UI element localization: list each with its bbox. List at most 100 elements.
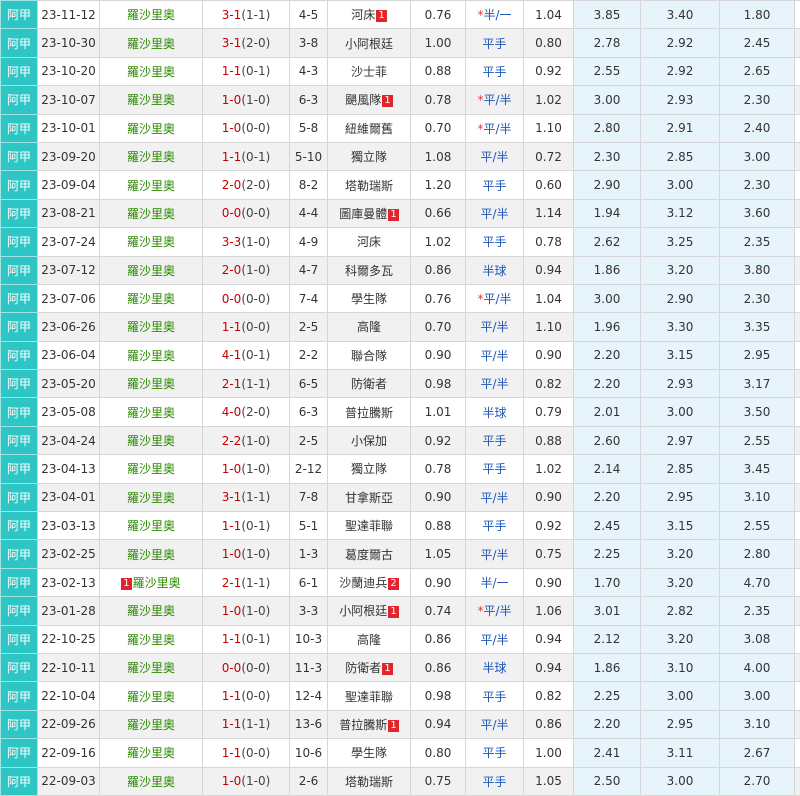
league-cell[interactable]: 阿甲 <box>1 512 38 540</box>
table-row[interactable]: 阿甲 23-04-24 羅沙里奧 2-2(1-0) 2-5 小保加 0.92 平… <box>1 426 800 454</box>
league-cell[interactable]: 阿甲 <box>1 370 38 398</box>
score-cell[interactable]: 1-1(0-0) <box>203 739 290 767</box>
league-cell[interactable]: 阿甲 <box>1 29 38 57</box>
league-cell[interactable]: 阿甲 <box>1 228 38 256</box>
table-row[interactable]: 阿甲 23-10-01 羅沙里奧 1-0(0-0) 5-8 紐維爾舊 0.70 … <box>1 114 800 142</box>
table-row[interactable]: 阿甲 22-09-03 羅沙里奧 1-0(1-0) 2-6 塔勒瑞斯 0.75 … <box>1 767 800 795</box>
home-team-cell[interactable]: 羅沙里奧 <box>100 540 203 568</box>
league-cell[interactable]: 阿甲 <box>1 682 38 710</box>
score-cell[interactable]: 1-0(1-0) <box>203 767 290 795</box>
league-cell[interactable]: 阿甲 <box>1 455 38 483</box>
home-team-cell[interactable]: 羅沙里奧 <box>100 455 203 483</box>
home-team-cell[interactable]: 羅沙里奧 <box>100 426 203 454</box>
home-team-cell[interactable]: 羅沙里奧 <box>100 284 203 312</box>
score-cell[interactable]: 2-2(1-0) <box>203 426 290 454</box>
away-team-cell[interactable]: 高隆 <box>328 313 411 341</box>
home-team-cell[interactable]: 羅沙里奧 <box>100 142 203 170</box>
away-team-cell[interactable]: 沙蘭迪兵2 <box>328 568 411 596</box>
score-cell[interactable]: 2-0(1-0) <box>203 256 290 284</box>
table-row[interactable]: 阿甲 22-09-16 羅沙里奧 1-1(0-0) 10-6 學生隊 0.80 … <box>1 739 800 767</box>
score-cell[interactable]: 1-1(0-1) <box>203 512 290 540</box>
table-row[interactable]: 阿甲 23-08-21 羅沙里奧 0-0(0-0) 4-4 圖庫曼體1 0.66… <box>1 199 800 227</box>
home-team-cell[interactable]: 羅沙里奧 <box>100 313 203 341</box>
away-team-cell[interactable]: 河床1 <box>328 1 411 29</box>
away-team-cell[interactable]: 獨立隊 <box>328 142 411 170</box>
score-cell[interactable]: 2-1(1-1) <box>203 370 290 398</box>
score-cell[interactable]: 1-0(1-0) <box>203 540 290 568</box>
home-team-cell[interactable]: 羅沙里奧 <box>100 483 203 511</box>
table-row[interactable]: 阿甲 23-04-13 羅沙里奧 1-0(1-0) 2-12 獨立隊 0.78 … <box>1 455 800 483</box>
league-cell[interactable]: 阿甲 <box>1 710 38 738</box>
home-team-cell[interactable]: 羅沙里奧 <box>100 398 203 426</box>
home-team-cell[interactable]: 羅沙里奧 <box>100 625 203 653</box>
score-cell[interactable]: 0-0(0-0) <box>203 284 290 312</box>
away-team-cell[interactable]: 高隆 <box>328 625 411 653</box>
away-team-cell[interactable]: 甘拿斯亞 <box>328 483 411 511</box>
away-team-cell[interactable]: 聖達菲聯 <box>328 682 411 710</box>
score-cell[interactable]: 3-1(1-1) <box>203 1 290 29</box>
league-cell[interactable]: 阿甲 <box>1 284 38 312</box>
home-team-cell[interactable]: 羅沙里奧 <box>100 86 203 114</box>
score-cell[interactable]: 1-1(1-1) <box>203 710 290 738</box>
table-row[interactable]: 阿甲 23-02-13 1羅沙里奧 2-1(1-1) 6-1 沙蘭迪兵2 0.9… <box>1 568 800 596</box>
league-cell[interactable]: 阿甲 <box>1 86 38 114</box>
home-team-cell[interactable]: 羅沙里奧 <box>100 256 203 284</box>
away-team-cell[interactable]: 學生隊 <box>328 284 411 312</box>
home-team-cell[interactable]: 羅沙里奧 <box>100 29 203 57</box>
away-team-cell[interactable]: 普拉騰斯 <box>328 398 411 426</box>
score-cell[interactable]: 1-1(0-0) <box>203 682 290 710</box>
away-team-cell[interactable]: 獨立隊 <box>328 455 411 483</box>
table-row[interactable]: 阿甲 23-07-06 羅沙里奧 0-0(0-0) 7-4 學生隊 0.76 *… <box>1 284 800 312</box>
away-team-cell[interactable]: 小阿根廷 <box>328 29 411 57</box>
away-team-cell[interactable]: 小保加 <box>328 426 411 454</box>
league-cell[interactable]: 阿甲 <box>1 426 38 454</box>
table-row[interactable]: 阿甲 23-03-13 羅沙里奧 1-1(0-1) 5-1 聖達菲聯 0.88 … <box>1 512 800 540</box>
home-team-cell[interactable]: 羅沙里奧 <box>100 1 203 29</box>
home-team-cell[interactable]: 羅沙里奧 <box>100 653 203 681</box>
league-cell[interactable]: 阿甲 <box>1 171 38 199</box>
away-team-cell[interactable]: 普拉騰斯1 <box>328 710 411 738</box>
away-team-cell[interactable]: 小阿根廷1 <box>328 597 411 625</box>
home-team-cell[interactable]: 羅沙里奧 <box>100 710 203 738</box>
score-cell[interactable]: 2-0(2-0) <box>203 171 290 199</box>
table-row[interactable]: 阿甲 23-06-26 羅沙里奧 1-1(0-0) 2-5 高隆 0.70 平/… <box>1 313 800 341</box>
score-cell[interactable]: 1-1(0-1) <box>203 57 290 85</box>
table-row[interactable]: 阿甲 23-06-04 羅沙里奧 4-1(0-1) 2-2 聯合隊 0.90 平… <box>1 341 800 369</box>
home-team-cell[interactable]: 1羅沙里奧 <box>100 568 203 596</box>
league-cell[interactable]: 阿甲 <box>1 767 38 795</box>
table-row[interactable]: 阿甲 23-05-20 羅沙里奧 2-1(1-1) 6-5 防衛者 0.98 平… <box>1 370 800 398</box>
away-team-cell[interactable]: 防衛者 <box>328 370 411 398</box>
table-row[interactable]: 阿甲 23-10-30 羅沙里奧 3-1(2-0) 3-8 小阿根廷 1.00 … <box>1 29 800 57</box>
score-cell[interactable]: 1-1(0-1) <box>203 625 290 653</box>
score-cell[interactable]: 1-0(1-0) <box>203 597 290 625</box>
table-row[interactable]: 阿甲 23-10-20 羅沙里奧 1-1(0-1) 4-3 沙士菲 0.88 平… <box>1 57 800 85</box>
league-cell[interactable]: 阿甲 <box>1 568 38 596</box>
home-team-cell[interactable]: 羅沙里奧 <box>100 57 203 85</box>
table-row[interactable]: 阿甲 22-09-26 羅沙里奧 1-1(1-1) 13-6 普拉騰斯1 0.9… <box>1 710 800 738</box>
table-row[interactable]: 阿甲 22-10-25 羅沙里奧 1-1(0-1) 10-3 高隆 0.86 平… <box>1 625 800 653</box>
league-cell[interactable]: 阿甲 <box>1 313 38 341</box>
table-row[interactable]: 阿甲 23-02-25 羅沙里奧 1-0(1-0) 1-3 葛度爾古 1.05 … <box>1 540 800 568</box>
away-team-cell[interactable]: 塔勒瑞斯 <box>328 767 411 795</box>
league-cell[interactable]: 阿甲 <box>1 625 38 653</box>
away-team-cell[interactable]: 颶風隊1 <box>328 86 411 114</box>
home-team-cell[interactable]: 羅沙里奧 <box>100 512 203 540</box>
home-team-cell[interactable]: 羅沙里奧 <box>100 228 203 256</box>
away-team-cell[interactable]: 聖達菲聯 <box>328 512 411 540</box>
table-row[interactable]: 阿甲 23-09-20 羅沙里奧 1-1(0-1) 5-10 獨立隊 1.08 … <box>1 142 800 170</box>
away-team-cell[interactable]: 聯合隊 <box>328 341 411 369</box>
home-team-cell[interactable]: 羅沙里奧 <box>100 767 203 795</box>
home-team-cell[interactable]: 羅沙里奧 <box>100 199 203 227</box>
home-team-cell[interactable]: 羅沙里奧 <box>100 739 203 767</box>
league-cell[interactable]: 阿甲 <box>1 1 38 29</box>
league-cell[interactable]: 阿甲 <box>1 483 38 511</box>
score-cell[interactable]: 0-0(0-0) <box>203 199 290 227</box>
score-cell[interactable]: 2-1(1-1) <box>203 568 290 596</box>
score-cell[interactable]: 4-1(0-1) <box>203 341 290 369</box>
league-cell[interactable]: 阿甲 <box>1 739 38 767</box>
home-team-cell[interactable]: 羅沙里奧 <box>100 682 203 710</box>
away-team-cell[interactable]: 葛度爾古 <box>328 540 411 568</box>
score-cell[interactable]: 1-0(1-0) <box>203 86 290 114</box>
score-cell[interactable]: 3-1(2-0) <box>203 29 290 57</box>
league-cell[interactable]: 阿甲 <box>1 199 38 227</box>
